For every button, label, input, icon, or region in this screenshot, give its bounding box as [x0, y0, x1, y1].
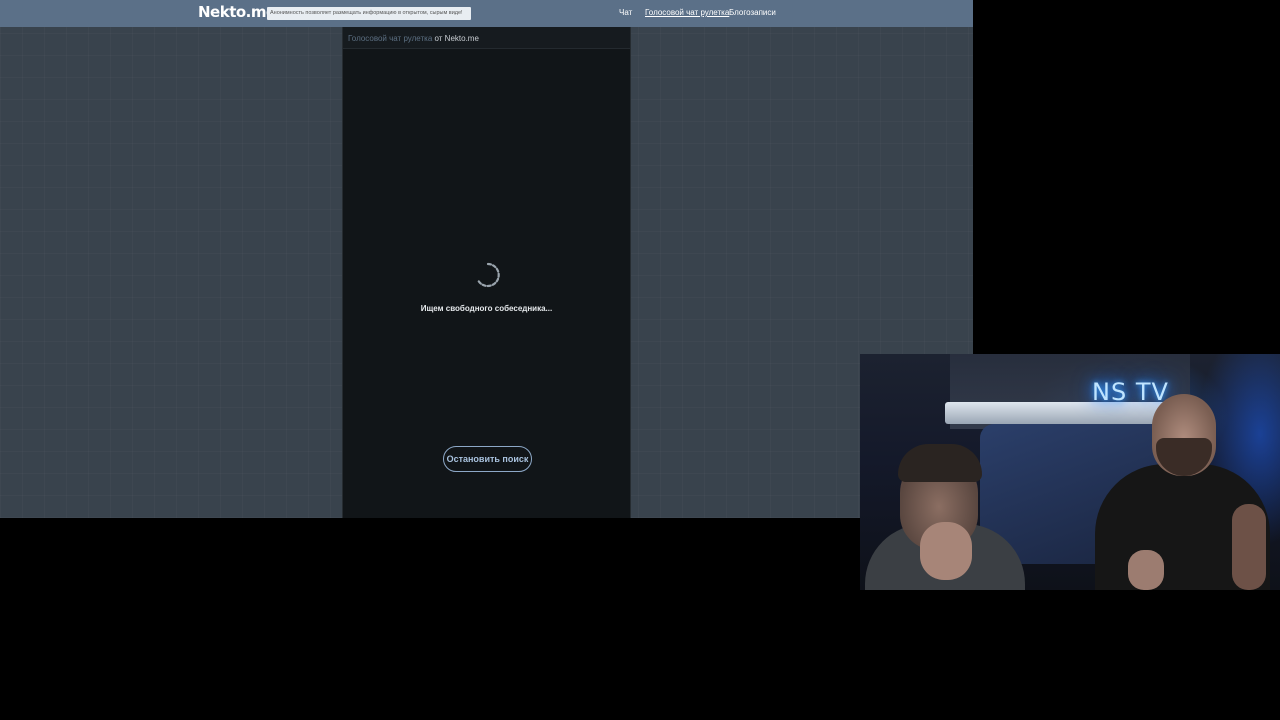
panel-header: Голосовой чат рулетка от Nekto.me — [343, 27, 630, 49]
search-status-text: Ищем свободного собеседника... — [420, 304, 553, 313]
top-navigation-bar: Nekto.me Анонимность позволяет размещать… — [0, 0, 973, 27]
browser-page: Nekto.me Анонимность позволяет размещать… — [0, 0, 973, 518]
nav-link-voice-roulette[interactable]: Голосовой чат рулетка — [645, 8, 729, 17]
loading-spinner-icon — [477, 262, 500, 288]
person-right-arm — [1232, 504, 1266, 590]
site-logo[interactable]: Nekto.me — [198, 3, 276, 21]
person-left-hand — [920, 522, 972, 580]
chat-panel: Голосовой чат рулетка от Nekto.me Ищем с… — [342, 27, 631, 518]
anonymity-notice: Анонимность позволяет размещать информац… — [267, 7, 471, 20]
stop-search-button[interactable]: Остановить поиск — [443, 446, 532, 472]
neon-sign: NS TV — [1092, 378, 1169, 406]
screen: Nekto.me Анонимность позволяет размещать… — [0, 0, 1280, 720]
breadcrumb-link-voice-roulette[interactable]: Голосовой чат рулетка — [348, 34, 432, 43]
nav-link-blog[interactable]: Блогозаписи — [729, 8, 776, 17]
webcam-overlay: NS TV — [860, 354, 1280, 590]
breadcrumb: Голосовой чат рулетка от Nekto.me — [348, 34, 479, 43]
person-right-hand — [1128, 550, 1164, 590]
person-left-hair — [898, 444, 982, 482]
breadcrumb-suffix: от Nekto.me — [432, 34, 479, 43]
nav-link-chat[interactable]: Чат — [619, 8, 632, 17]
